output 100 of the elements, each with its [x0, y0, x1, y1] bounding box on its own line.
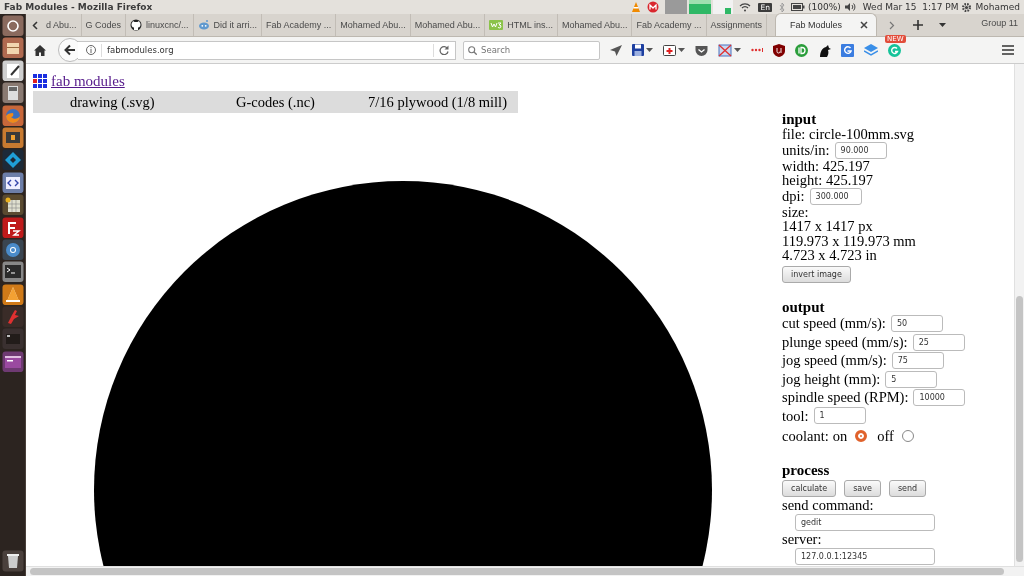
input-field[interactable]: 300.000	[809, 187, 862, 205]
size-line: size:	[782, 204, 810, 220]
shield-icon[interactable]	[773, 43, 785, 57]
field-label: plunge speed (mm/s):	[782, 334, 908, 350]
tab[interactable]: HTML ins...	[485, 14, 558, 36]
process-button[interactable]: send	[888, 479, 927, 497]
search-field[interactable]: Search	[463, 40, 600, 60]
step-label[interactable]: G-codes (.nc)	[236, 93, 368, 111]
dropdown-icon[interactable]	[939, 23, 947, 27]
width-value: width: 425.197	[782, 158, 871, 173]
tab[interactable]: Fab Academy ...	[262, 14, 337, 36]
battery-icon[interactable]	[790, 3, 805, 11]
tab[interactable]: Fab Modules	[775, 13, 878, 36]
option-label: off	[877, 428, 894, 444]
field-label: jog speed (mm/s):	[782, 353, 887, 368]
process-button[interactable]: save	[844, 479, 881, 497]
tab[interactable]: Fab Academy ...	[632, 14, 707, 36]
input-field[interactable]: 10000	[913, 388, 966, 406]
size-line: 4.723 x 4.723 in	[782, 248, 878, 263]
tab-group-label[interactable]: Group 11	[973, 18, 1024, 32]
input-field[interactable]: 50	[890, 315, 943, 333]
input-field[interactable]: 1	[813, 407, 866, 425]
paper-plane-icon[interactable]	[610, 44, 622, 56]
horizontal-scrollbar[interactable]	[26, 566, 1024, 576]
new-tab-icon[interactable]	[913, 20, 924, 30]
clock[interactable]: Wed Mar 15 1:17 PM	[862, 2, 959, 12]
address-bar[interactable]: fabmodules.org	[78, 40, 456, 60]
option-label: on	[832, 428, 848, 444]
input-field[interactable]: 25	[912, 333, 965, 351]
field-label: coolant:	[782, 429, 829, 444]
caret-icon[interactable]	[678, 48, 685, 52]
home-link[interactable]: fab modules	[51, 72, 125, 90]
terminal-icon[interactable]	[1, 261, 24, 283]
caret-icon[interactable]	[734, 48, 741, 52]
editor-window-icon[interactable]	[1, 126, 24, 149]
file-cabinet-icon[interactable]	[1, 37, 24, 59]
home-icon[interactable]	[34, 44, 46, 56]
wifi-icon[interactable]	[739, 2, 752, 12]
dots-icon[interactable]	[751, 48, 763, 52]
process-button[interactable]: calculate	[782, 479, 837, 497]
field-label: units/in:	[782, 142, 830, 158]
radio-button[interactable]	[901, 430, 914, 443]
tab[interactable]: Did it arri...	[193, 14, 263, 36]
pocket-icon[interactable]	[695, 44, 708, 56]
height-value: height: 425.197	[782, 173, 875, 188]
tab[interactable]: G Codes	[81, 14, 127, 36]
close-icon[interactable]	[860, 21, 869, 29]
field-label: send command:	[782, 497, 875, 513]
size-line: 1417 x 1417 px	[782, 219, 874, 234]
traffic-cone-icon[interactable]	[1, 283, 24, 306]
tab[interactable]: Mohamed Abu...	[557, 14, 633, 36]
kodi-icon[interactable]	[1, 149, 24, 171]
input-field[interactable]: 75	[891, 352, 944, 370]
spreadsheet-icon[interactable]	[1, 194, 24, 216]
filezilla-icon[interactable]	[1, 216, 24, 239]
size-line: 119.973 x 119.973 mm	[782, 233, 917, 249]
section-heading: output	[782, 298, 826, 315]
medical-kit-icon[interactable]	[663, 44, 676, 56]
field-label: spindle speed (RPM):	[782, 390, 909, 405]
window-title: Fab Modules - Mozilla Firefox	[4, 2, 153, 12]
step-label[interactable]: drawing (.svg)	[70, 93, 236, 111]
crossed-image-icon[interactable]	[718, 43, 732, 57]
user-name[interactable]: Mohamed	[975, 2, 1020, 12]
scroll-right-icon[interactable]	[889, 20, 896, 30]
invert-image-button[interactable]: invert image	[782, 265, 851, 283]
github-icon	[130, 19, 143, 31]
input-field[interactable]: 127.0.0.1:12345	[795, 548, 935, 565]
circle-logo-icon[interactable]	[795, 43, 808, 57]
firefox-icon[interactable]	[1, 104, 24, 127]
input-field[interactable]: 5	[885, 370, 938, 388]
mega-icon[interactable]	[647, 1, 660, 13]
trash-icon[interactable]	[1, 550, 24, 573]
radio-button[interactable]	[855, 430, 868, 443]
google-icon[interactable]	[841, 43, 854, 57]
step-label[interactable]: 7/16 plywood (1/8 mill)	[368, 93, 507, 111]
text-editor-icon[interactable]	[1, 59, 24, 82]
calculator-icon[interactable]	[1, 82, 24, 104]
input-field[interactable]: gedit	[795, 513, 935, 531]
tab[interactable]: linuxcnc/...	[126, 14, 194, 36]
field-label: cut speed (mm/s):	[782, 316, 886, 331]
app-window-icon[interactable]	[1, 350, 24, 373]
section-heading: input	[782, 111, 818, 127]
bird-icon[interactable]	[818, 43, 831, 57]
menu-icon[interactable]	[1002, 45, 1014, 55]
tab[interactable]: Mohamed Abu...	[336, 14, 411, 36]
input-field[interactable]: 90.000	[834, 141, 887, 159]
scroll-left-icon[interactable]	[32, 20, 38, 30]
tab[interactable]: Assignments	[706, 14, 768, 36]
stack-icon[interactable]	[864, 44, 878, 56]
caret-icon[interactable]	[646, 48, 653, 52]
speaker-icon[interactable]	[843, 2, 856, 12]
chromium-icon[interactable]	[1, 238, 24, 261]
code-window-icon[interactable]	[1, 171, 24, 194]
dash-icon[interactable]	[1, 15, 24, 37]
tab[interactable]: d Abu...	[42, 14, 82, 36]
tab[interactable]: Mohamed Abu...	[410, 14, 486, 36]
gear-icon[interactable]	[961, 1, 973, 13]
reload-icon[interactable]	[439, 45, 449, 55]
info-icon[interactable]	[86, 45, 96, 55]
vertical-scrollbar[interactable]	[1014, 64, 1024, 566]
